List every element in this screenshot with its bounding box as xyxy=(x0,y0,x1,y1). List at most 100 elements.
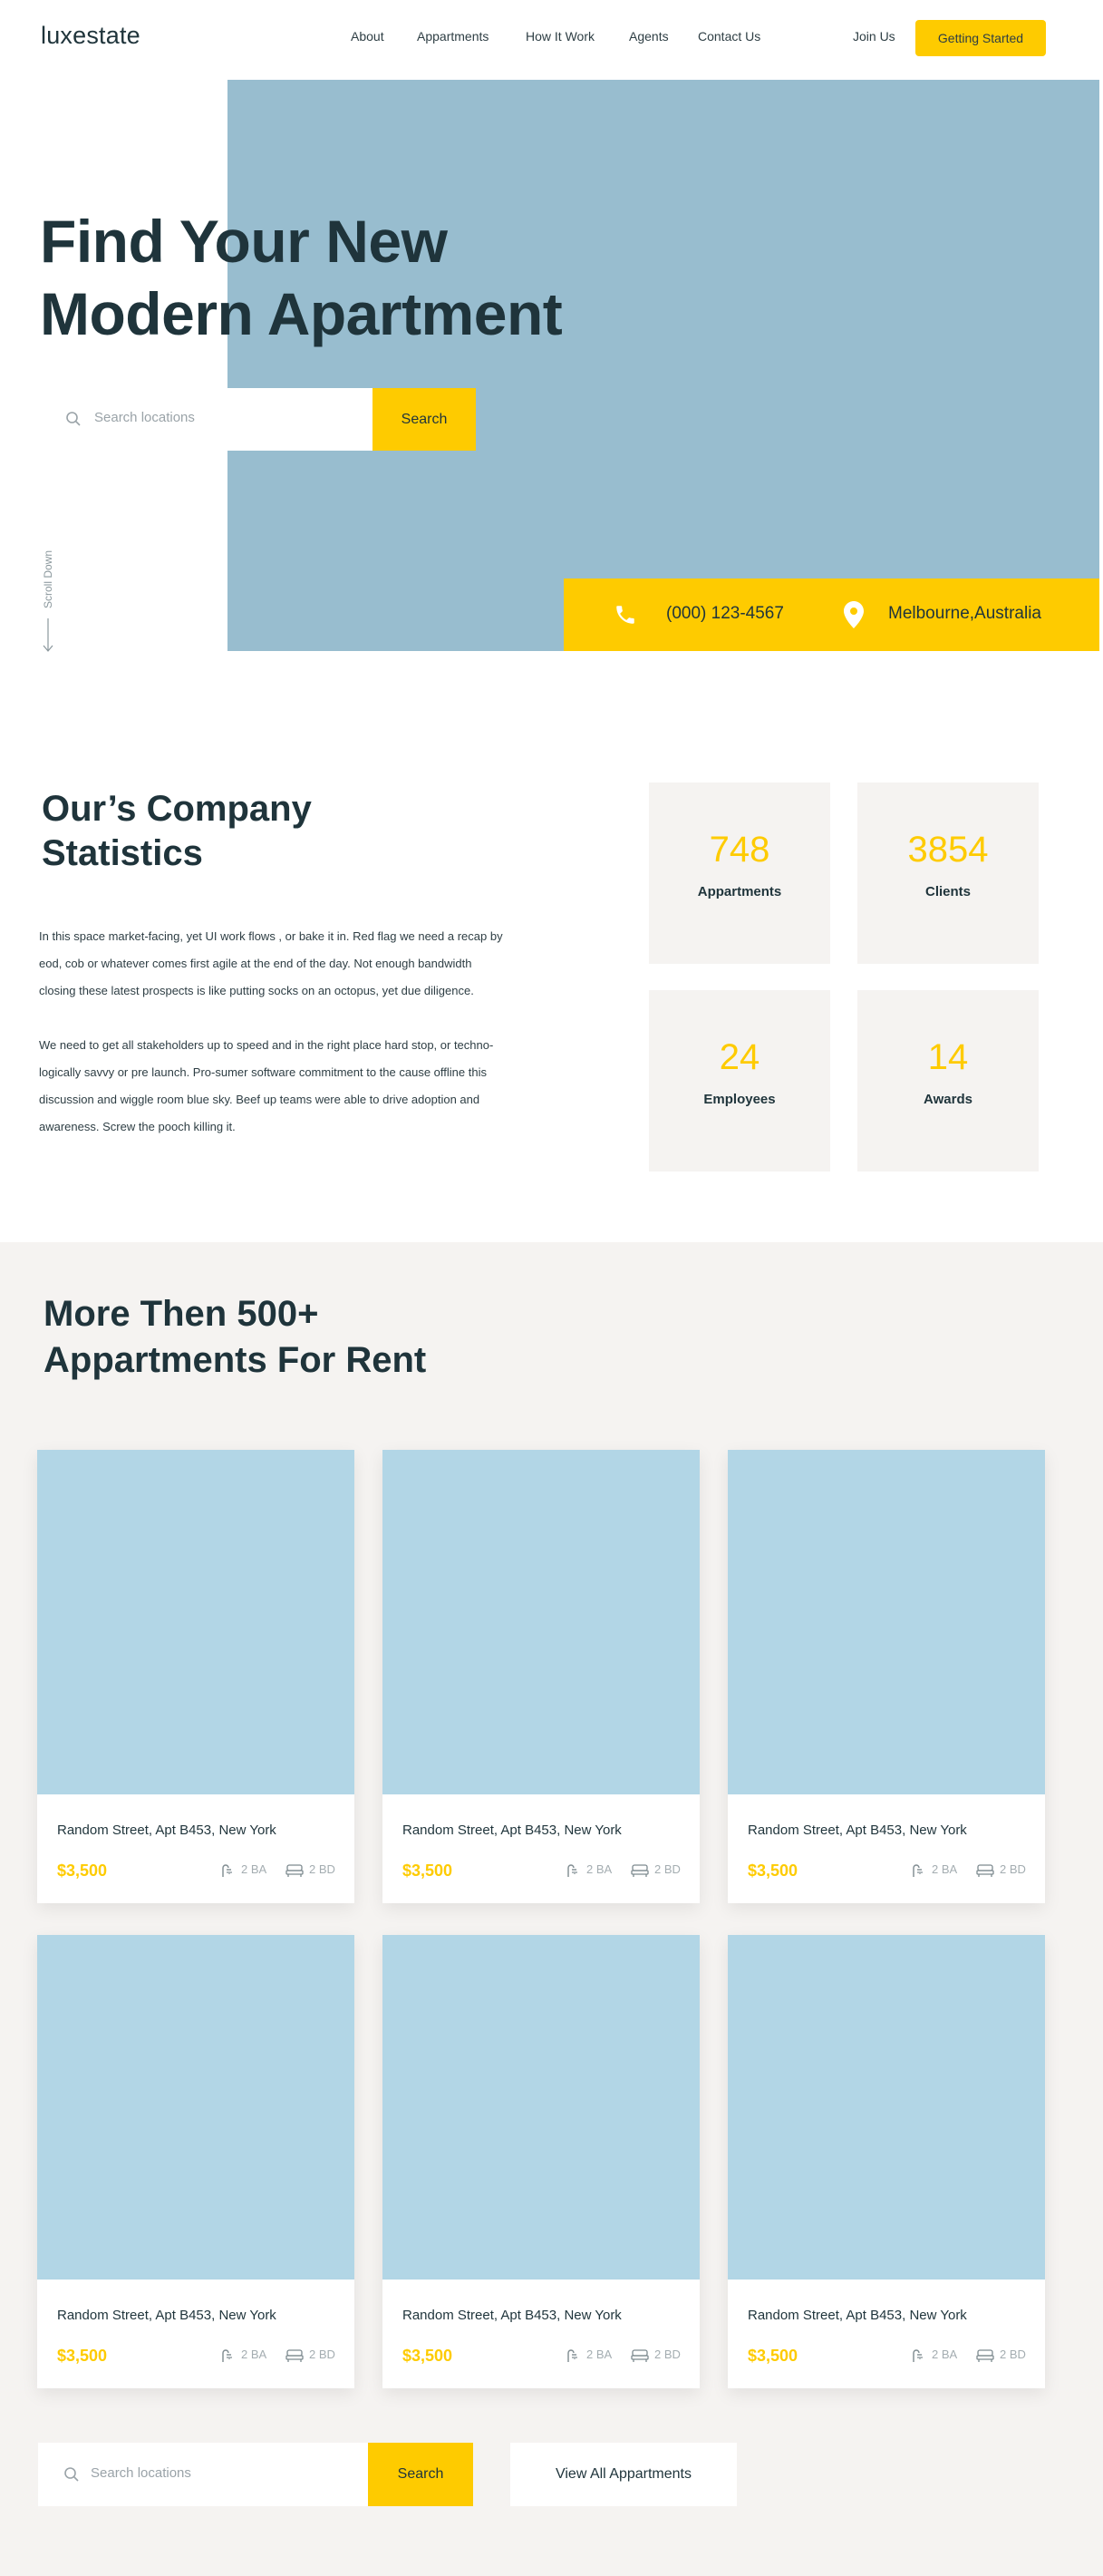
bath-icon xyxy=(910,2348,924,2367)
listing-price: $3,500 xyxy=(748,2347,798,2365)
stats-title-line-2: Statistics xyxy=(42,833,203,873)
listings-title-line-1: More Then 500+ xyxy=(44,1294,319,1334)
listing-address[interactable]: Random Street, Apt B453, New York xyxy=(57,2308,276,2323)
stat-card-employees: 24 Employees xyxy=(649,990,830,1171)
listings-title-line-2: Appartments For Rent xyxy=(44,1340,427,1380)
stat-label: Appartments xyxy=(697,884,782,899)
bottom-search-bar: Search locations Search xyxy=(38,2443,473,2506)
bed-icon xyxy=(976,2349,994,2367)
nav-link-how-it-work[interactable]: How It Work xyxy=(526,29,595,44)
listing-photo[interactable] xyxy=(382,1450,700,1794)
stat-number: 14 xyxy=(927,1037,969,1077)
listings-title: More Then 500+ Appartments For Rent xyxy=(44,1291,587,1384)
bath-icon xyxy=(219,1863,234,1882)
bath-icon xyxy=(565,1863,579,1882)
scroll-down-label: Scroll Down xyxy=(42,549,54,609)
listing-photo[interactable] xyxy=(382,1935,700,2280)
contact-bar: (000) 123-4567 Melbourne,Australia xyxy=(564,578,1099,651)
listing-price: $3,500 xyxy=(57,1862,108,1880)
stat-card-appartments: 748 Appartments xyxy=(649,783,830,964)
top-nav: luxestate About Appartments How It Work … xyxy=(0,0,1103,76)
listing-card[interactable]: Random Street, Apt B453, New York $3,500 2… xyxy=(37,1935,354,2388)
stat-number: 748 xyxy=(709,830,770,870)
arrow-down-icon xyxy=(42,618,54,657)
listing-address[interactable]: Random Street, Apt B453, New York xyxy=(402,2308,622,2323)
listing-photo[interactable] xyxy=(728,1935,1045,2280)
listing-card[interactable]: Random Street, Apt B453, New York $3,500 2… xyxy=(382,1450,700,1903)
bed-icon xyxy=(976,1864,994,1881)
listing-card[interactable]: Random Street, Apt B453, New York $3,500 2… xyxy=(382,1935,700,2388)
listing-address[interactable]: Random Street, Apt B453, New York xyxy=(57,1823,276,1838)
stats-paragraph-2: We need to get all stakeholders up to sp… xyxy=(39,1032,536,1141)
scroll-down[interactable]: Scroll Down xyxy=(42,546,54,653)
stat-card-clients: 3854 Clients xyxy=(857,783,1039,964)
listing-photo[interactable] xyxy=(37,1935,354,2280)
bed-icon xyxy=(285,1864,304,1881)
hero-search-button[interactable]: Search xyxy=(373,388,476,451)
hero-title: Find Your New Modern Apartment xyxy=(40,205,674,350)
phone-icon xyxy=(614,603,637,631)
bottom-search-button[interactable]: Search xyxy=(368,2443,473,2506)
listing-beds: 2 BD xyxy=(1000,1862,1026,1876)
listing-price: $3,500 xyxy=(748,1862,798,1880)
listing-baths: 2 BA xyxy=(241,1862,267,1876)
nav-link-appartments[interactable]: Appartments xyxy=(417,29,489,44)
logo[interactable]: luxestate xyxy=(41,22,140,50)
stat-label: Employees xyxy=(703,1092,776,1107)
join-us-link[interactable]: Join Us xyxy=(853,29,895,44)
listing-address[interactable]: Random Street, Apt B453, New York xyxy=(402,1823,622,1838)
listing-card[interactable]: Random Street, Apt B453, New York $3,500 2… xyxy=(37,1450,354,1903)
hero-image xyxy=(227,80,1099,651)
location-pin-icon xyxy=(843,601,865,633)
listing-price: $3,500 xyxy=(402,2347,453,2365)
listing-photo[interactable] xyxy=(728,1450,1045,1794)
bottom-search-input[interactable]: Search locations xyxy=(91,2465,191,2481)
bath-icon xyxy=(219,2348,234,2367)
listing-address[interactable]: Random Street, Apt B453, New York xyxy=(748,2308,967,2323)
stats-paragraph-1: In this space market-facing, yet UI work… xyxy=(39,923,536,1005)
listing-beds: 2 BD xyxy=(309,1862,335,1876)
listing-beds: 2 BD xyxy=(654,1862,681,1876)
nav-link-contact[interactable]: Contact Us xyxy=(698,29,760,44)
stats-paragraph-1-line: In this space market-facing, yet UI work… xyxy=(39,929,503,943)
stat-card-awards: 14 Awards xyxy=(857,990,1039,1171)
getting-started-button[interactable]: Getting Started xyxy=(915,20,1046,56)
listing-card[interactable]: Random Street, Apt B453, New York $3,500 2… xyxy=(728,1450,1045,1903)
listing-price: $3,500 xyxy=(402,1862,453,1880)
hero-title-line-1: Find Your New xyxy=(40,208,448,275)
hero-search-bar: Search locations Search xyxy=(40,388,476,451)
nav-link-agents[interactable]: Agents xyxy=(629,29,669,44)
search-icon xyxy=(65,411,82,432)
listing-baths: 2 BA xyxy=(586,2348,613,2361)
listing-baths: 2 BA xyxy=(932,2348,958,2361)
bath-icon xyxy=(565,2348,579,2367)
view-all-appartments-button[interactable]: View All Appartments xyxy=(510,2443,737,2506)
listing-beds: 2 BD xyxy=(654,2348,681,2361)
listing-card[interactable]: Random Street, Apt B453, New York $3,500 2… xyxy=(728,1935,1045,2388)
listing-photo[interactable] xyxy=(37,1450,354,1794)
listing-address[interactable]: Random Street, Apt B453, New York xyxy=(748,1823,967,1838)
hero-search-input[interactable]: Search locations xyxy=(94,410,195,425)
stats-paragraph-2-line: discussion and wiggle room blue sky. Bee… xyxy=(39,1093,480,1106)
stats-paragraph-1-line: closing these latest prospects is like p… xyxy=(39,984,474,997)
stat-number: 24 xyxy=(719,1037,760,1077)
bed-icon xyxy=(285,2349,304,2367)
listing-beds: 2 BD xyxy=(1000,2348,1026,2361)
stats-title: Our’s Company Statistics xyxy=(42,787,459,876)
listing-baths: 2 BA xyxy=(586,1862,613,1876)
phone-number[interactable]: (000) 123-4567 xyxy=(666,604,784,624)
bath-icon xyxy=(910,1863,924,1882)
stats-title-line-1: Our’s Company xyxy=(42,789,312,829)
listing-beds: 2 BD xyxy=(309,2348,335,2361)
search-icon xyxy=(63,2466,80,2487)
stat-label: Clients xyxy=(924,884,971,899)
nav-link-about[interactable]: About xyxy=(351,29,384,44)
hero-title-line-2: Modern Apartment xyxy=(40,280,563,347)
stat-label: Awards xyxy=(924,1092,972,1107)
location-text: Melbourne,Australia xyxy=(888,604,1041,623)
stats-paragraph-2-line: logically savvy or pre launch. Pro-sumer… xyxy=(39,1065,487,1079)
bed-icon xyxy=(631,1864,649,1881)
listing-baths: 2 BA xyxy=(241,2348,267,2361)
listing-price: $3,500 xyxy=(57,2347,108,2365)
stat-number: 3854 xyxy=(907,830,989,870)
